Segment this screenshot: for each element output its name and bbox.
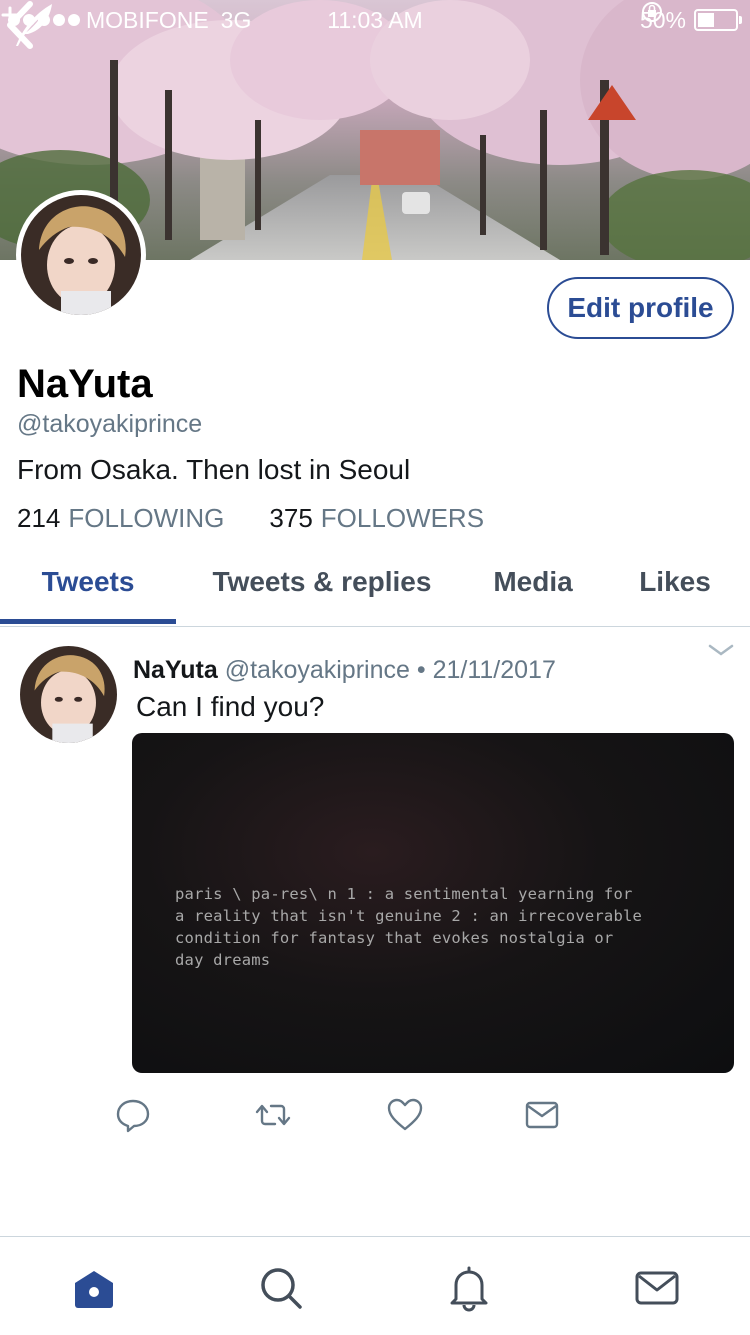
tweet-avatar[interactable] [20, 646, 117, 743]
following-stat[interactable]: 214 FOLLOWING [17, 503, 224, 534]
tweet-actions [0, 1095, 750, 1139]
media-caption-text: paris \ pa-res\ n 1 : a sentimental year… [175, 885, 643, 969]
tweet-text: Can I find you? [136, 691, 325, 722]
following-label: FOLLOWING [68, 503, 225, 533]
chevron-down-icon[interactable] [706, 640, 736, 660]
messages-icon[interactable] [632, 1263, 682, 1313]
tab-media[interactable]: Media [470, 552, 596, 624]
followers-count: 375 [269, 503, 313, 533]
retweet-icon[interactable] [253, 1095, 293, 1135]
tab-tweets[interactable]: Tweets [0, 552, 176, 624]
profile-handle: @takoyakiprince [17, 410, 203, 438]
tweet-header: NaYuta @takoyakiprince • 21/11/2017 [133, 656, 556, 685]
search-icon[interactable] [256, 1263, 306, 1313]
following-count: 214 [17, 503, 61, 533]
tweet-separator: • [416, 656, 426, 684]
profile-stats: 214 FOLLOWING 375 FOLLOWERS [17, 503, 484, 534]
status-bar: MOBIFONE 3G 11:03 AM 50% [0, 0, 750, 40]
tweet-media-image[interactable]: paris \ pa-res\ n 1 : a sentimental year… [132, 733, 734, 1073]
followers-stat[interactable]: 375 FOLLOWERS [269, 503, 484, 534]
display-name: NaYuta [17, 362, 153, 406]
profile-avatar[interactable] [16, 190, 146, 320]
notifications-icon[interactable] [444, 1263, 494, 1313]
followers-label: FOLLOWERS [320, 503, 485, 533]
active-tab-indicator [0, 619, 176, 624]
reply-icon[interactable] [113, 1095, 153, 1135]
like-icon[interactable] [385, 1095, 425, 1135]
bottom-navigation [0, 1236, 750, 1335]
edit-profile-button[interactable]: Edit profile [547, 277, 734, 339]
profile-tabs: Tweets Tweets & replies Media Likes [0, 552, 750, 627]
tweet-author-name[interactable]: NaYuta [133, 656, 218, 684]
tab-likes[interactable]: Likes [614, 552, 736, 624]
tweet-author-photo [20, 646, 117, 743]
tweet-date: 21/11/2017 [432, 656, 556, 684]
tab-tweets-replies[interactable]: Tweets & replies [186, 552, 458, 624]
tweet-author-handle[interactable]: @takoyakiprince [225, 656, 410, 684]
direct-message-icon[interactable] [522, 1095, 562, 1135]
orientation-lock-icon [641, 2, 662, 22]
status-time: 11:03 AM [327, 7, 423, 33]
compose-icon[interactable] [0, 0, 56, 50]
home-icon[interactable] [69, 1263, 119, 1313]
battery-icon [694, 9, 742, 31]
profile-bio: From Osaka. Then lost in Seoul [17, 454, 411, 485]
profile-photo [21, 195, 141, 315]
